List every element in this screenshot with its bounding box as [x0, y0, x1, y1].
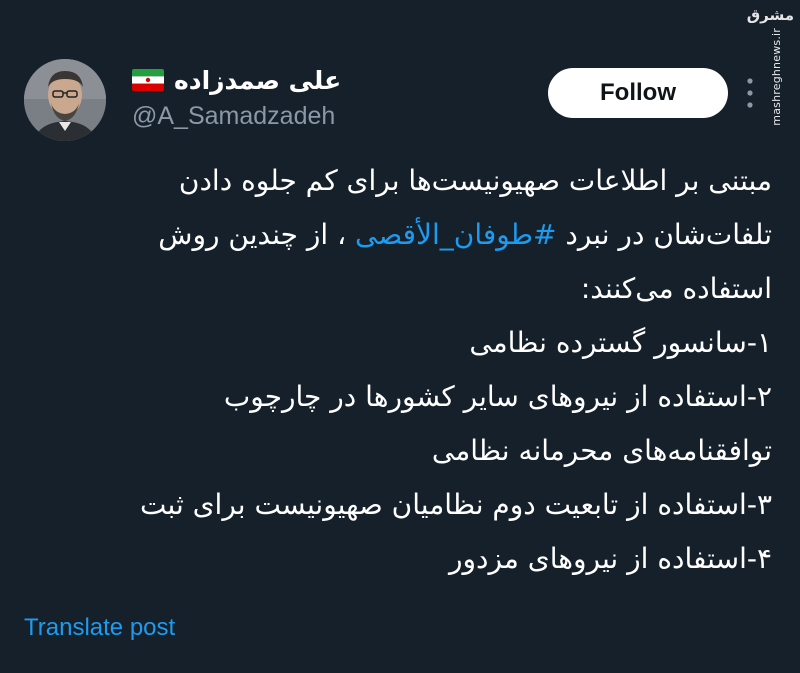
tweet-line-4: ۱-سانسور گسترده نظامی	[469, 326, 772, 359]
tweet-line-3: استفاده می‌کنند:	[580, 272, 772, 305]
author-info: علی صمدزاده @A_Samadzadeh	[132, 62, 341, 131]
tweet-line-8: ۴-استفاده از نیروهای مزدور	[448, 542, 772, 575]
tweet-header: علی صمدزاده @A_Samadzadeh Follow	[24, 58, 754, 142]
translate-post-link[interactable]: Translate post	[24, 614, 175, 642]
more-vertical-icon[interactable]	[746, 76, 754, 110]
tweet-line-6: توافقنامه‌های محرمانه نظامی	[431, 434, 772, 467]
watermark-logo: مشرق	[746, 6, 794, 24]
tweet-line-2-start: تلفات‌شان در نبرد	[556, 218, 772, 251]
iran-flag-icon	[132, 69, 164, 91]
avatar-photo	[24, 59, 106, 141]
display-name[interactable]: علی صمدزاده	[174, 66, 341, 95]
tweet-line-1: مبتنی بر اطلاعات صهیونیست‌ها برای کم جلو…	[178, 164, 772, 197]
tweet-line-7: ۳-استفاده از تابعیت دوم نظامیان صهیونیست…	[140, 488, 772, 521]
avatar[interactable]	[24, 59, 106, 141]
tweet-line-5: ۲-استفاده از نیروهای سایر کشورها در چارچ…	[223, 380, 772, 413]
top-strip	[0, 0, 800, 36]
tweet-line-2-end: ، از چندین روش	[158, 218, 356, 251]
name-row: علی صمدزاده	[132, 62, 341, 98]
tweet-text: مبتنی بر اطلاعات صهیونیست‌ها برای کم جلو…	[24, 154, 772, 586]
user-handle[interactable]: @A_Samadzadeh	[132, 102, 341, 131]
follow-button[interactable]: Follow	[548, 68, 728, 118]
watermark: مشرق mashreghnews.ir	[746, 6, 794, 126]
hashtag-link[interactable]: #طوفان_الأقصی	[355, 218, 556, 251]
tweet-line-2: تلفات‌شان در نبرد #طوفان_الأقصی ، از چند…	[24, 208, 772, 262]
watermark-site: mashreghnews.ir	[770, 28, 783, 126]
